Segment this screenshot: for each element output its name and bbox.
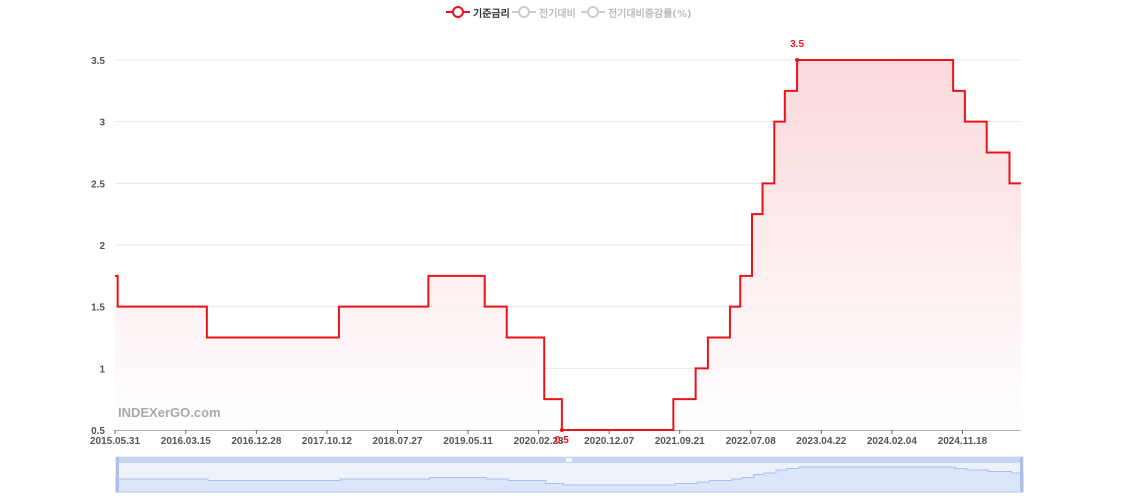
x-tick-label: 2018.07.27 [372, 436, 422, 447]
annotation-label: 0.5 [555, 435, 569, 446]
y-tick-label: 1.5 [91, 303, 105, 314]
watermark: INDEXerGO.com [118, 405, 221, 420]
x-tick-label: 2023.04.22 [796, 436, 846, 447]
y-tick-label: 1 [99, 364, 105, 375]
zoom-grip-icon[interactable] [566, 458, 572, 462]
x-tick-label: 2017.10.12 [302, 436, 352, 447]
rate-chart: 0.5 1 1.5 2 2.5 3 3.5 2015.05.31 2016.03.15 2016… [90, 39, 1024, 493]
y-tick-label: 3 [99, 118, 105, 129]
annotation-label: 3.5 [790, 39, 804, 50]
y-tick-label: 2.5 [91, 179, 105, 190]
x-tick-label: 2022.07.08 [726, 436, 776, 447]
x-tick-label: 2016.12.28 [231, 436, 281, 447]
x-tick-label: 2016.03.15 [161, 436, 211, 447]
annotation-point [795, 58, 800, 62]
x-tick-label: 2021.09.21 [655, 436, 705, 447]
annotation-point [559, 428, 564, 432]
y-axis: 0.511.522.533.5 [91, 56, 105, 437]
x-tick-label: 2015.05.31 [90, 436, 140, 447]
y-tick-label: 2 [99, 241, 105, 252]
x-tick-label: 2024.11.18 [938, 436, 988, 447]
x-tick-label: 2019.05.11 [443, 436, 493, 447]
zoom-left-handle[interactable] [116, 457, 119, 492]
data-zoom-slider[interactable] [115, 456, 1024, 493]
x-tick-label: 2020.12.07 [584, 436, 634, 447]
y-tick-label: 3.5 [91, 56, 105, 67]
zoom-right-handle[interactable] [1020, 457, 1023, 492]
x-tick-label: 2024.02.04 [867, 436, 917, 447]
